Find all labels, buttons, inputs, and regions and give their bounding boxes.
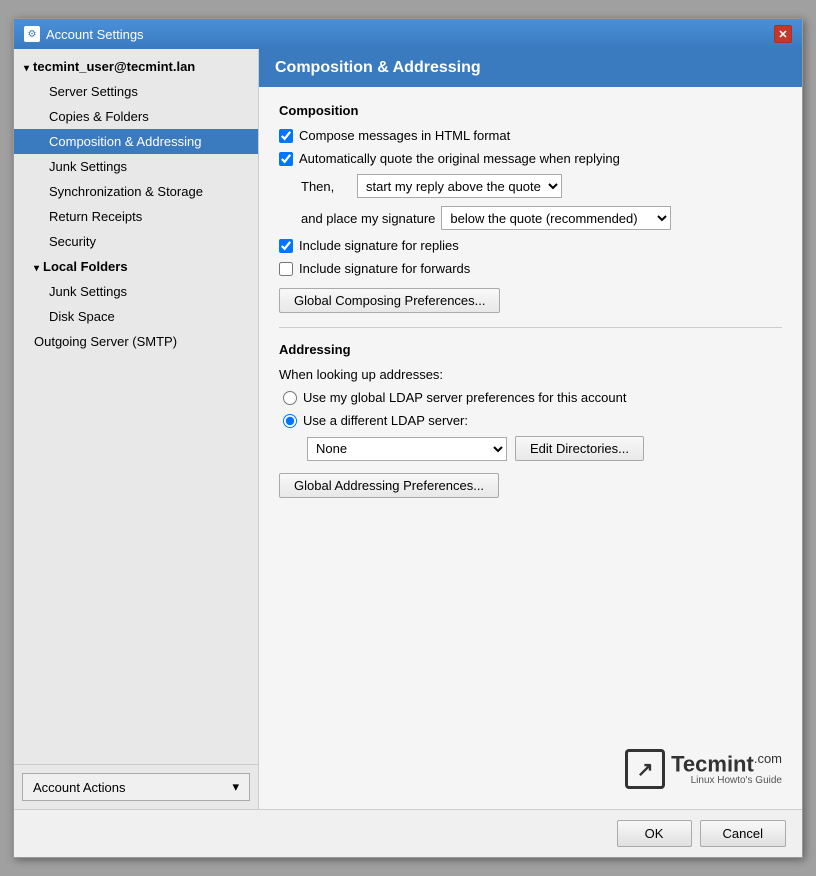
watermark-text-wrap: Tecmint.com Linux Howto's Guide — [671, 752, 782, 786]
sidebar-item-junk-local[interactable]: Junk Settings — [14, 279, 258, 304]
sidebar: ▾tecmint_user@tecmint.lan Server Setting… — [14, 49, 259, 809]
section-divider — [279, 327, 782, 328]
sidebar-bottom: Account Actions ▾ — [14, 764, 258, 809]
compose-html-label: Compose messages in HTML format — [299, 128, 510, 143]
then-label: Then, — [301, 179, 351, 194]
global-composing-button[interactable]: Global Composing Preferences... — [279, 288, 500, 313]
window-title: Account Settings — [46, 27, 144, 42]
auto-quote-checkbox[interactable] — [279, 152, 293, 166]
signature-placement-label: and place my signature — [301, 211, 435, 226]
app-icon: ⚙ — [24, 26, 40, 42]
global-composing-row: Global Composing Preferences... — [279, 288, 782, 313]
ok-button[interactable]: OK — [617, 820, 692, 847]
ldap-server-select[interactable]: None — [307, 437, 507, 461]
watermark-icon: ↗ — [625, 749, 665, 789]
close-button[interactable]: ✕ — [774, 25, 792, 43]
sidebar-item-junk-settings[interactable]: Junk Settings — [14, 154, 258, 179]
watermark-sub: Linux Howto's Guide — [671, 775, 782, 786]
sidebar-item-disk-space[interactable]: Disk Space — [14, 304, 258, 329]
auto-quote-row: Automatically quote the original message… — [279, 151, 782, 166]
global-addressing-row: Global Addressing Preferences... — [279, 473, 782, 498]
addressing-section-title: Addressing — [279, 342, 782, 357]
sidebar-account-root[interactable]: ▾tecmint_user@tecmint.lan — [14, 54, 258, 79]
sidebar-item-security[interactable]: Security — [14, 229, 258, 254]
collapse-arrow-icon: ▾ — [24, 63, 29, 74]
sidebar-content: ▾tecmint_user@tecmint.lan Server Setting… — [14, 49, 258, 764]
use-global-ldap-radio[interactable] — [283, 391, 297, 405]
sidebar-item-return-receipts[interactable]: Return Receipts — [14, 204, 258, 229]
when-looking-row: When looking up addresses: — [279, 367, 782, 382]
auto-quote-label: Automatically quote the original message… — [299, 151, 620, 166]
then-row: Then, start my reply above the quote sta… — [279, 174, 782, 198]
reply-position-select[interactable]: start my reply above the quote start my … — [357, 174, 562, 198]
include-sig-replies-label: Include signature for replies — [299, 238, 459, 253]
use-global-ldap-row: Use my global LDAP server preferences fo… — [279, 390, 782, 405]
watermark-com: .com — [754, 751, 782, 766]
ldap-server-row: None Edit Directories... — [279, 436, 782, 461]
account-actions-button[interactable]: Account Actions ▾ — [22, 773, 250, 801]
sidebar-local-folders[interactable]: ▾Local Folders — [14, 254, 258, 279]
watermark: ↗ Tecmint.com Linux Howto's Guide — [625, 749, 782, 789]
window-footer: OK Cancel — [14, 809, 802, 857]
include-sig-replies-checkbox[interactable] — [279, 239, 293, 253]
composition-section-title: Composition — [279, 103, 782, 118]
title-bar-title: ⚙ Account Settings — [24, 26, 144, 42]
include-sig-forwards-row: Include signature for forwards — [279, 261, 782, 276]
sidebar-item-server-settings[interactable]: Server Settings — [14, 79, 258, 104]
section-header: Composition & Addressing — [259, 49, 802, 87]
window-body: ▾tecmint_user@tecmint.lan Server Setting… — [14, 49, 802, 809]
signature-placement-select[interactable]: below the quote (recommended) above the … — [441, 206, 671, 230]
include-sig-forwards-label: Include signature for forwards — [299, 261, 470, 276]
when-looking-label: When looking up addresses: — [279, 367, 443, 382]
account-actions-arrow-icon: ▾ — [232, 779, 239, 795]
sidebar-item-outgoing-smtp[interactable]: Outgoing Server (SMTP) — [14, 329, 258, 354]
watermark-brand: Tecmint — [671, 751, 754, 776]
sidebar-item-composition-addressing[interactable]: Composition & Addressing — [14, 129, 258, 154]
title-bar: ⚙ Account Settings ✕ — [14, 19, 802, 49]
content-area: Composition Compose messages in HTML for… — [259, 87, 802, 809]
sidebar-item-sync-storage[interactable]: Synchronization & Storage — [14, 179, 258, 204]
use-global-ldap-label: Use my global LDAP server preferences fo… — [303, 390, 626, 405]
global-addressing-button[interactable]: Global Addressing Preferences... — [279, 473, 499, 498]
compose-html-row: Compose messages in HTML format — [279, 128, 782, 143]
use-different-ldap-row: Use a different LDAP server: — [279, 413, 782, 428]
cancel-button[interactable]: Cancel — [700, 820, 786, 847]
compose-html-checkbox[interactable] — [279, 129, 293, 143]
sidebar-item-copies-folders[interactable]: Copies & Folders — [14, 104, 258, 129]
edit-directories-button[interactable]: Edit Directories... — [515, 436, 644, 461]
use-different-ldap-label: Use a different LDAP server: — [303, 413, 468, 428]
include-sig-replies-row: Include signature for replies — [279, 238, 782, 253]
use-different-ldap-radio[interactable] — [283, 414, 297, 428]
main-content: Composition & Addressing Composition Com… — [259, 49, 802, 809]
collapse-arrow-local-icon: ▾ — [34, 263, 39, 274]
include-sig-forwards-checkbox[interactable] — [279, 262, 293, 276]
account-settings-window: ⚙ Account Settings ✕ ▾tecmint_user@tecmi… — [13, 18, 803, 858]
signature-placement-row: and place my signature below the quote (… — [279, 206, 782, 230]
